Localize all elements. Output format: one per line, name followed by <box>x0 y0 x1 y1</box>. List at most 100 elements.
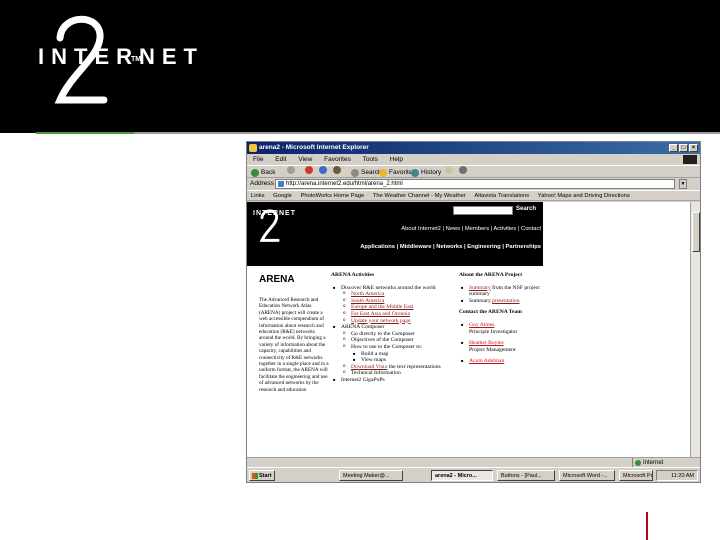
print-button[interactable] <box>459 166 467 174</box>
address-input[interactable]: http://arena.internet2.edu/html/arena_2.… <box>275 179 675 189</box>
activities-heading: ARENA Activities <box>331 272 375 278</box>
vertical-scrollbar[interactable] <box>690 202 700 457</box>
list-item: ARENA Composer <box>331 324 459 331</box>
composer-go-text[interactable]: Go directly to the Composer <box>351 331 415 337</box>
status-bar: Internet <box>247 457 700 467</box>
site-nav-primary[interactable]: Applications | Middleware | Networks | E… <box>360 244 541 250</box>
taskbar-task-meeting-maker[interactable]: Meeting Maker@... <box>339 470 403 481</box>
window-title: arena2 - Microsoft Internet Explorer <box>259 144 369 151</box>
list-item[interactable]: Technical Information <box>331 370 459 377</box>
address-dropdown-button[interactable]: ▼ <box>679 179 687 189</box>
scrollbar-thumb[interactable] <box>692 212 700 252</box>
history-icon <box>411 168 419 177</box>
contact-link[interactable]: Acom Adelman <box>469 358 504 364</box>
list-item[interactable]: Far East Asia and Oceania <box>331 311 459 318</box>
address-label: Address <box>250 180 274 187</box>
link-south-america[interactable]: South America <box>351 298 384 304</box>
back-arrow-icon <box>251 168 259 177</box>
contact-item: Guy AlmesPrinciple Investigator <box>459 322 543 335</box>
menu-help[interactable]: Help <box>390 156 403 163</box>
link-europe[interactable]: Europe and the Middle East <box>351 304 413 310</box>
start-button[interactable]: Start <box>249 470 275 481</box>
site-nav-secondary[interactable]: About Internet2 | News | Members | Activ… <box>401 226 541 232</box>
taskbar-task-buttons[interactable]: Buttons - [Paul... <box>497 470 555 481</box>
link-update-network[interactable]: Update your network page <box>351 318 411 324</box>
menu-tools[interactable]: Tools <box>363 156 378 163</box>
list-item: Discover R&E networks around the world <box>331 285 459 292</box>
activities-column: ARENA Activities Discover R&E networks a… <box>331 272 459 384</box>
link-photoworks[interactable]: PhotoWorks Home Page <box>301 193 365 199</box>
menu-edit[interactable]: Edit <box>275 156 286 163</box>
site-logo-text: INTERNET <box>253 210 296 217</box>
status-zone: Internet <box>632 458 692 467</box>
list-item[interactable]: View maps <box>331 357 459 364</box>
taskbar: Start Meeting Maker@... arena2 - Micro..… <box>247 467 700 482</box>
browser-screenshot: arena2 - Microsoft Internet Explorer _ □… <box>246 141 701 483</box>
menu-favorites[interactable]: Favorites <box>324 156 351 163</box>
taskbar-clock: 11:20 AM <box>656 470 698 481</box>
link-download-visio[interactable]: Download Visio <box>351 364 387 370</box>
list-item[interactable]: North America <box>331 291 459 298</box>
menu-file[interactable]: File <box>253 156 263 163</box>
arena-intro: The Advanced Research and Education Netw… <box>259 297 329 393</box>
page-icon <box>278 181 284 187</box>
logo-trademark: TM <box>131 56 142 63</box>
link-weather[interactable]: The Weather Channel - My Weather <box>373 193 466 199</box>
list-item: Internet2 GigaPoPs <box>331 377 459 384</box>
about-column: About the ARENA Project Summary from the… <box>459 272 543 365</box>
search-icon <box>351 168 359 177</box>
maximize-button[interactable]: □ <box>679 144 688 152</box>
composer-howto-text[interactable]: How to use to the Composer to: <box>351 344 422 350</box>
list-item: Summary presentation <box>459 298 543 305</box>
contact-link[interactable]: Guy Almes <box>469 322 494 328</box>
logo-text: INTERNET <box>38 44 204 69</box>
favorites-icon <box>379 168 387 177</box>
site-search-input[interactable] <box>453 206 513 215</box>
menu-view[interactable]: View <box>298 156 312 163</box>
link-summary[interactable]: Summary <box>469 285 491 291</box>
taskbar-task-word[interactable]: Microsoft Word -... <box>559 470 615 481</box>
link-altavista[interactable]: Altavista Translations <box>474 193 529 199</box>
close-button[interactable]: × <box>689 144 698 152</box>
menu-bar: File Edit View Favorites Tools Help <box>247 154 700 165</box>
window-titlebar: arena2 - Microsoft Internet Explorer _ □… <box>247 142 700 154</box>
list-item[interactable]: South America <box>331 298 459 305</box>
link-yahoo-maps[interactable]: Yahoo! Maps and Driving Directions <box>538 193 630 199</box>
contact-heading: Contact the ARENA Team <box>459 309 522 316</box>
list-item[interactable]: Europe and the Middle East <box>331 304 459 311</box>
contact-link[interactable]: Heather Boyles <box>469 340 504 346</box>
list-item: Summary from the NSF project summary <box>459 285 543 298</box>
forward-button[interactable] <box>287 166 295 174</box>
refresh-button[interactable] <box>319 166 327 174</box>
stop-button[interactable] <box>305 166 313 174</box>
list-item: Objectives of the Composer <box>331 337 459 344</box>
footer-mark <box>646 512 648 540</box>
internet-zone-icon <box>635 460 641 466</box>
list-item[interactable]: Build a map <box>331 351 459 358</box>
refresh-icon <box>319 166 327 174</box>
header-band: INTERNET TM <box>0 0 720 133</box>
toolbar: Back Search Favorites History <box>247 165 700 178</box>
stop-icon <box>305 166 313 174</box>
list-item[interactable]: Update your network page <box>331 318 459 325</box>
taskbar-task-arena2[interactable]: arena2 - Micro... <box>431 470 493 481</box>
taskbar-task-powerpoint[interactable]: Microsoft Power... <box>619 470 653 481</box>
link-north-america[interactable]: North America <box>351 291 384 297</box>
link-presentation[interactable]: presentation <box>492 298 519 304</box>
minimize-button[interactable]: _ <box>669 144 678 152</box>
ie-icon <box>249 144 257 152</box>
forward-arrow-icon <box>287 166 295 174</box>
address-url: http://arena.internet2.edu/html/arena_2.… <box>286 181 403 187</box>
accent-line-green <box>36 132 134 134</box>
slide: INTERNET TM arena2 - Microsoft Internet … <box>0 0 720 540</box>
links-bar: Links Google PhotoWorks Home Page The We… <box>247 190 700 201</box>
site-header: INTERNET Search About Internet2 | News |… <box>247 202 543 266</box>
composer-objectives-text[interactable]: Objectives of the Composer <box>351 337 414 343</box>
link-google[interactable]: Google <box>273 193 292 199</box>
mail-button[interactable] <box>445 166 453 174</box>
link-far-east[interactable]: Far East Asia and Oceania <box>351 311 410 317</box>
home-button[interactable] <box>333 166 341 174</box>
site-search-button[interactable]: Search <box>516 206 536 212</box>
windows-flag-icon <box>683 155 697 164</box>
contact-item: Acom Adelman <box>459 358 543 365</box>
